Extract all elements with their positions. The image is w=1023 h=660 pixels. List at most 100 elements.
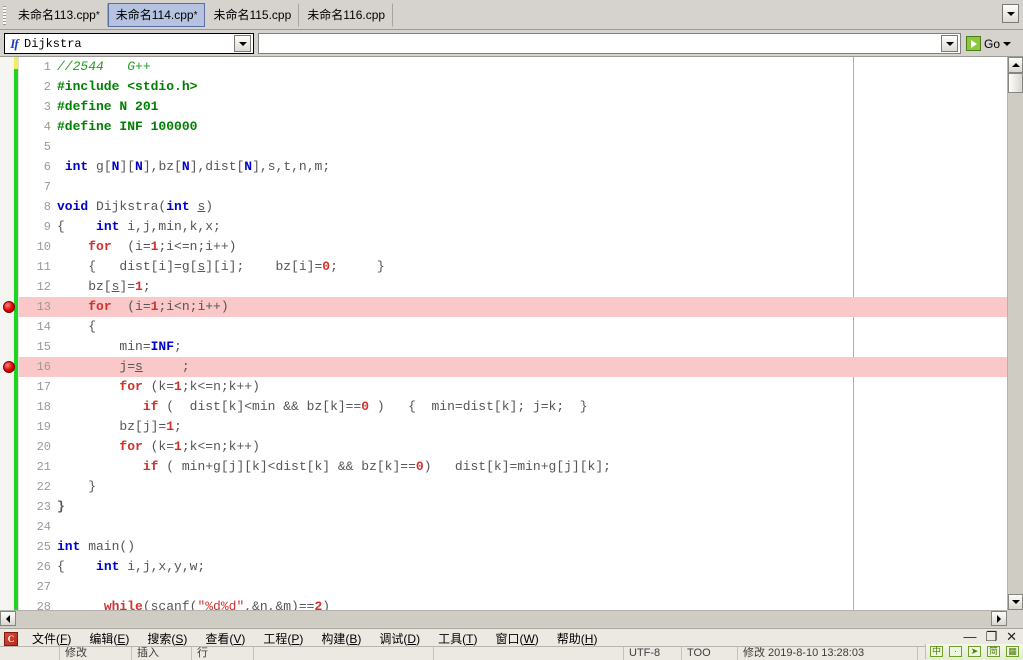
code-text: //2544 G++ — [57, 57, 151, 77]
code-line-18[interactable]: 18 if ( dist[k]<min && bz[k]==0 ) { min=… — [19, 397, 1007, 417]
class-browser-combo[interactable]: If Dijkstra — [4, 33, 254, 54]
editor-tab-3[interactable]: 未命名116.cpp — [299, 3, 394, 27]
status-cell-8: 修改 2019-8-10 13:28:03 — [738, 647, 918, 660]
code-line-17[interactable]: 17 for (k=1;k<=n;k++) — [19, 377, 1007, 397]
chevron-down-icon[interactable] — [1003, 41, 1012, 46]
code-line-27[interactable]: 27 — [19, 577, 1007, 597]
code-token: ) — [322, 599, 331, 610]
code-token: //2544 G++ — [57, 59, 151, 74]
code-text: { — [57, 317, 96, 337]
code-line-19[interactable]: 19 bz[j]=1; — [19, 417, 1007, 437]
code-token: INF — [150, 339, 175, 354]
code-token: } — [57, 499, 65, 514]
code-token: ) — [205, 199, 214, 214]
code-token: ( dist[k]<min && bz[k]== — [158, 399, 362, 414]
menu-accelerator: W — [523, 632, 535, 646]
editor-tab-2[interactable]: 未命名115.cpp — [205, 3, 300, 27]
code-text: int g[N][N],bz[N],dist[N],s,t,n,m; — [57, 157, 330, 177]
code-text: while(scanf("%d%d",&n,&m)==2) — [57, 597, 330, 610]
ime-button-0[interactable]: 中 — [930, 646, 943, 657]
code-line-2[interactable]: 2 #include <stdio.h> — [19, 77, 1007, 97]
scroll-up-button[interactable] — [1008, 57, 1023, 73]
code-line-28[interactable]: 28 while(scanf("%d%d",&n,&m)==2) — [19, 597, 1007, 610]
code-line-16[interactable]: 16 j=s ; — [3, 357, 1007, 377]
code-line-13[interactable]: 13 for (i=1;i<n;i++) — [3, 297, 1007, 317]
code-lines[interactable]: 1 //2544 G++ 2 #include <stdio.h> 3 #define N… — [3, 57, 1007, 610]
code-line-4[interactable]: 4 #define INF 100000 — [19, 117, 1007, 137]
ime-button-1[interactable]: · — [949, 646, 962, 657]
code-line-11[interactable]: 11 { dist[i]=g[s][i]; bz[i]=0; } — [19, 257, 1007, 277]
vertical-scroll-thumb[interactable] — [1008, 73, 1023, 93]
breakpoint-icon[interactable] — [3, 301, 15, 313]
class-browser-dropdown-button[interactable] — [234, 35, 251, 52]
ime-button-2[interactable]: ➤ — [968, 646, 981, 657]
code-line-26[interactable]: 26 { int i,j,x,y,w; — [19, 557, 1007, 577]
code-token: ],bz[ — [142, 159, 182, 174]
line-number: 27 — [36, 580, 51, 594]
editor-horizontal-scrollbar[interactable] — [0, 610, 1007, 627]
line-number: 1 — [43, 60, 51, 74]
menu-item-paren: ) — [593, 632, 598, 646]
ime-button-4[interactable]: ▦ — [1006, 646, 1019, 657]
line-number: 18 — [36, 400, 51, 414]
code-line-7[interactable]: 7 — [19, 177, 1007, 197]
line-number: 10 — [36, 240, 51, 254]
menu-item-label: 构建( — [321, 632, 350, 646]
breakpoint-icon[interactable] — [3, 361, 15, 373]
restore-button[interactable]: ❐ — [985, 630, 997, 644]
address-dropdown-button[interactable] — [941, 35, 958, 52]
code-line-23[interactable]: 23} — [19, 497, 1007, 517]
code-line-12[interactable]: 12 bz[s]=1; — [19, 277, 1007, 297]
menu-item-paren: ) — [473, 632, 478, 646]
code-token: ) dist[k]=min+g[j][k]; — [423, 459, 611, 474]
code-token: #define INF 100000 — [57, 119, 198, 134]
ime-button-3[interactable]: 简 — [987, 646, 1000, 657]
line-number: 11 — [36, 260, 51, 274]
code-token: if — [142, 459, 159, 474]
code-line-6[interactable]: 6 int g[N][N],bz[N],dist[N],s,t,n,m; — [19, 157, 1007, 177]
code-line-1[interactable]: 1 //2544 G++ — [19, 57, 1007, 77]
code-text: { int i,j,x,y,w; — [57, 557, 205, 577]
address-bar[interactable] — [258, 33, 961, 54]
code-line-15[interactable]: 15 min=INF; — [19, 337, 1007, 357]
line-number: 8 — [43, 200, 51, 214]
code-line-24[interactable]: 24 — [19, 517, 1007, 537]
function-icon: If — [10, 35, 18, 51]
code-token: #define N 201 — [57, 99, 159, 114]
menu-item-label: 调试( — [379, 632, 408, 646]
code-line-22[interactable]: 22 } — [19, 477, 1007, 497]
code-line-20[interactable]: 20 for (k=1;k<=n;k++) — [19, 437, 1007, 457]
scroll-down-button[interactable] — [1008, 594, 1023, 610]
ime-language-bar[interactable]: 中 · ➤ 简 ▦ — [925, 644, 1023, 659]
scroll-left-button[interactable] — [0, 611, 16, 626]
code-token: ][ — [119, 159, 136, 174]
editor-tab-1[interactable]: 未命名114.cpp* — [107, 3, 206, 27]
vertical-scroll-track[interactable] — [1008, 93, 1023, 594]
close-button[interactable]: ✕ — [1006, 630, 1017, 644]
minimize-button[interactable]: — — [963, 630, 976, 644]
code-line-25[interactable]: 25 int main() — [19, 537, 1007, 557]
code-line-21[interactable]: 21 if ( min+g[j][k]<dist[k] && bz[k]==0)… — [19, 457, 1007, 477]
code-text: #define INF 100000 — [57, 117, 197, 137]
editor-tab-0[interactable]: 未命名113.cpp* — [10, 3, 108, 27]
line-number: 24 — [36, 520, 51, 534]
code-line-9[interactable]: 9 { int i,j,min,k,x; — [19, 217, 1007, 237]
code-line-5[interactable]: 5 — [19, 137, 1007, 157]
code-text: for (k=1;k<=n;k++) — [57, 437, 259, 457]
status-cell-3: 行 — [192, 647, 254, 660]
code-text: min=INF; — [57, 337, 181, 357]
go-button[interactable]: Go — [966, 34, 1012, 53]
scroll-right-button[interactable] — [991, 611, 1007, 626]
tab-list-dropdown-button[interactable] — [1002, 4, 1019, 23]
code-line-14[interactable]: 14 { — [19, 317, 1007, 337]
tab-bar-grip[interactable] — [3, 6, 6, 25]
code-line-10[interactable]: 10 for (i=1;i<=n;i++) — [19, 237, 1007, 257]
tab-list: 未命名113.cpp* 未命名114.cpp* 未命名115.cpp 未命名116.c… — [10, 3, 394, 27]
editor-vertical-scrollbar[interactable] — [1007, 57, 1023, 610]
code-editor[interactable]: 1 //2544 G++ 2 #include <stdio.h> 3 #define N… — [0, 57, 1007, 610]
menu-item-paren: ) — [534, 632, 539, 646]
code-line-8[interactable]: 8 void Dijkstra(int s) — [19, 197, 1007, 217]
line-number: 9 — [43, 220, 51, 234]
code-line-3[interactable]: 3 #define N 201 — [19, 97, 1007, 117]
